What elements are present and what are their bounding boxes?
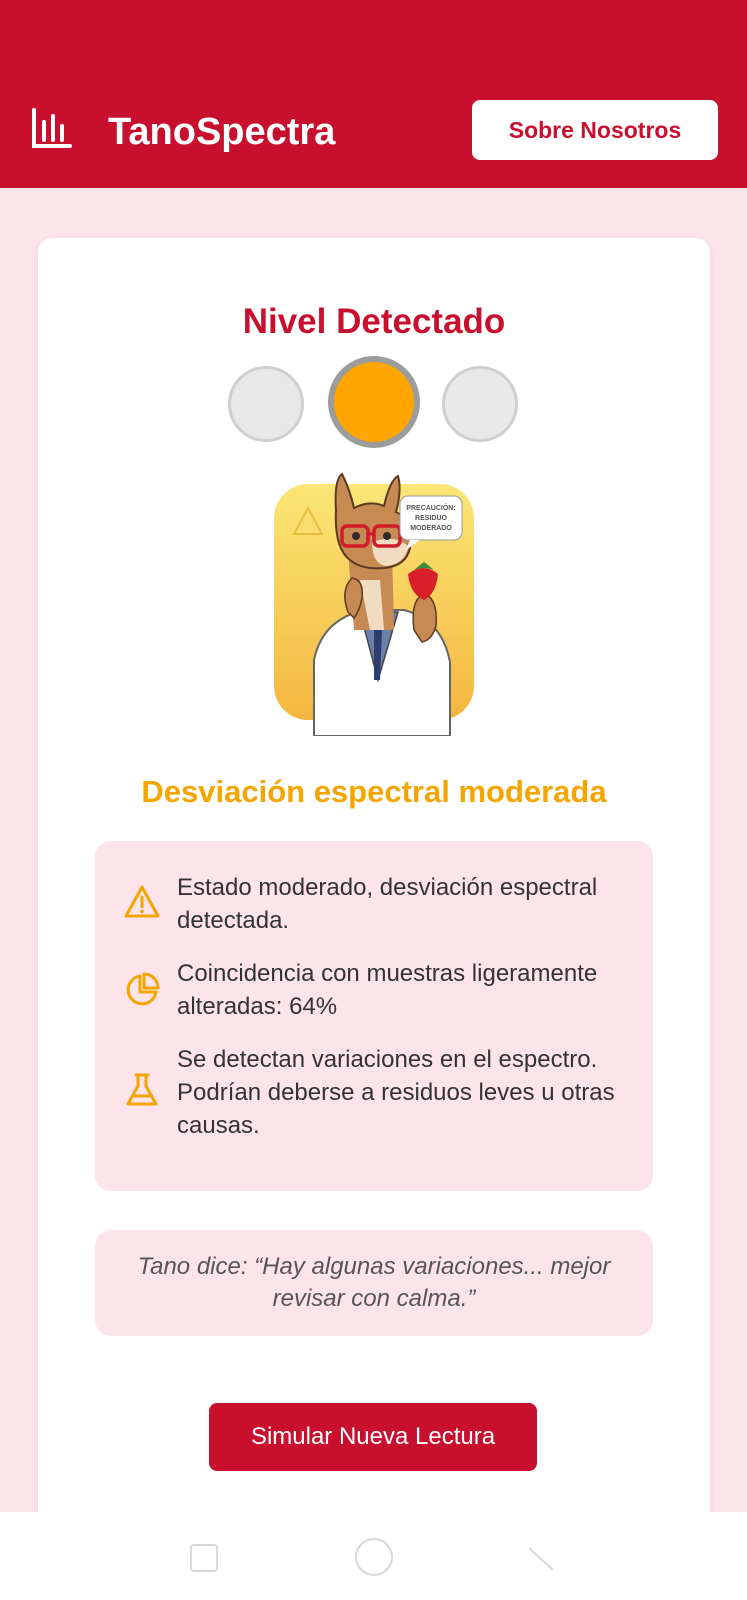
level-title: Nivel Detectado (242, 302, 506, 341)
app-title: TanoSpectra (108, 111, 336, 153)
level-light-high (442, 366, 518, 442)
about-us-button[interactable]: Sobre Nosotros (472, 100, 718, 160)
info-panel: Estado moderado, desviación espectral de… (95, 841, 653, 1191)
svg-text:RESIDUO: RESIDUO (415, 515, 447, 522)
simulate-new-reading-button[interactable]: Simular Nueva Lectura (209, 1403, 537, 1471)
info-text: Estado moderado, desviación espectral de… (177, 874, 598, 934)
back-icon[interactable] (525, 1542, 557, 1574)
system-navigation-bar (0, 1512, 747, 1600)
result-card: Nivel Detectado PRECAUCIÓN: RESIDUO MODE… (38, 238, 710, 1600)
warning-icon (124, 885, 160, 918)
traffic-light-indicator (38, 356, 710, 456)
bar-chart-icon (32, 108, 72, 148)
pie-chart-icon (126, 972, 160, 1006)
svg-text:PRECAUCIÓN:: PRECAUCIÓN: (406, 503, 455, 512)
info-text: Se detectan variaciones en el espectro. … (177, 1046, 615, 1139)
app-header: TanoSpectra Sobre Nosotros (0, 0, 747, 188)
llama-mascot-illustration: PRECAUCIÓN: RESIDUO MODERADO (274, 472, 474, 736)
level-light-moderate-active (328, 356, 420, 448)
mascot-quote: Tano dice: “Hay algunas variaciones... m… (137, 1253, 611, 1312)
svg-text:MODERADO: MODERADO (410, 525, 452, 532)
level-light-low (228, 366, 304, 442)
flask-icon (126, 1073, 158, 1106)
mascot-quote-box: Tano dice: “Hay algunas variaciones... m… (95, 1230, 653, 1336)
info-text: Coincidencia con muestras ligeramente al… (177, 960, 598, 1020)
recents-icon[interactable] (190, 1544, 218, 1572)
home-icon[interactable] (355, 1538, 393, 1576)
status-title: Desviación espectral moderada (141, 774, 607, 809)
